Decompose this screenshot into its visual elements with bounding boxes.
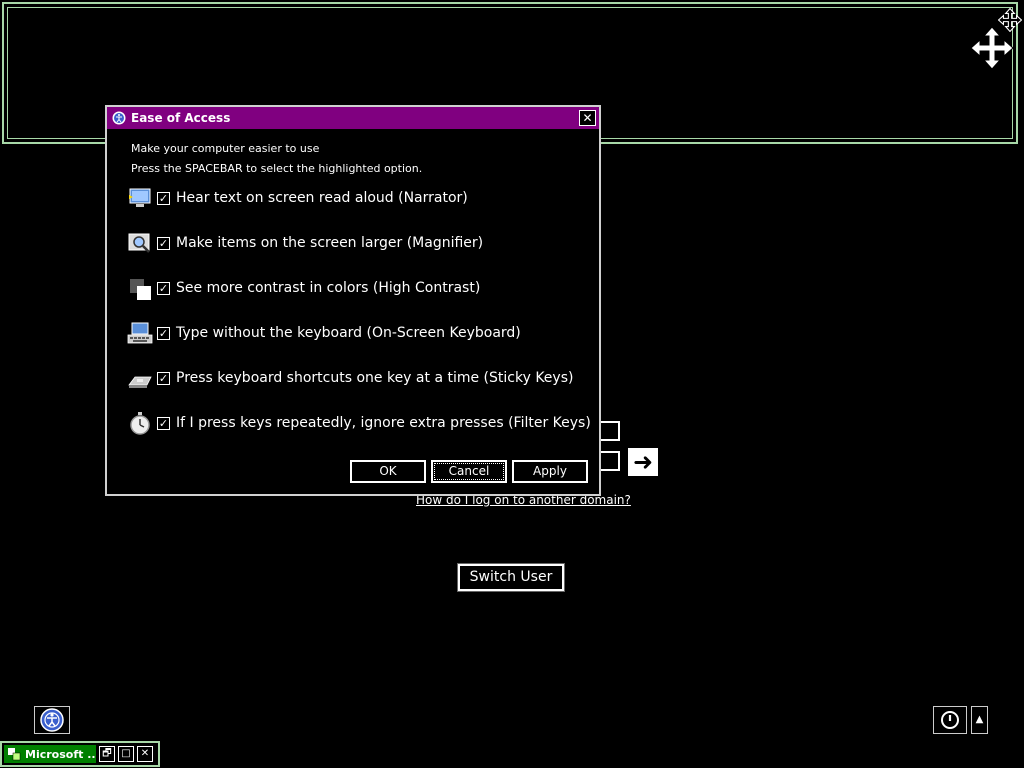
on-screen-keyboard-checkbox[interactable]: ✓ [157,326,170,340]
dialog-titlebar[interactable]: Ease of Access ✕ [107,107,599,129]
minimized-window-label: Microsoft ... [25,747,96,761]
minimized-window[interactable]: Microsoft ... 🗗 □ ✕ [0,741,160,767]
shutdown-button[interactable] [933,706,967,734]
minimized-close-button[interactable]: ✕ [137,746,153,762]
maximize-button[interactable]: □ [118,746,134,762]
app-icon [8,748,21,761]
apply-button[interactable]: Apply [512,460,588,483]
on-screen-keyboard-icon [127,322,153,344]
high-contrast-checkbox[interactable]: ✓ [157,281,170,295]
switch-user-button[interactable]: Switch User [457,563,565,592]
ok-button[interactable]: OK [350,460,426,483]
dialog-instruction-text: Press the SPACEBAR to select the highlig… [131,162,423,175]
shutdown-options-button[interactable]: ▲ [971,706,988,734]
filter-keys-label: If I press keys repeatedly, ignore extra… [176,415,591,431]
ease-of-access-icon [40,708,64,732]
option-on-screen-keyboard[interactable]: ✓ Type without the keyboard (On-Screen K… [127,318,521,348]
high-contrast-icon [130,279,151,300]
restore-button[interactable]: 🗗 [99,746,115,762]
move-cursor-small-icon [998,8,1022,32]
sticky-keys-checkbox[interactable]: ✓ [157,371,170,385]
option-high-contrast[interactable]: ✓ See more contrast in colors (High Cont… [127,273,480,303]
dialog-title: Ease of Access [131,111,231,125]
dialog-intro-text: Make your computer easier to use [131,142,320,155]
filter-keys-checkbox[interactable]: ✓ [157,416,170,430]
dialog-close-button[interactable]: ✕ [579,110,596,126]
magnifier-checkbox[interactable]: ✓ [157,236,170,250]
magnifier-icon [128,233,150,253]
submit-arrow-button[interactable]: ➜ [628,448,658,476]
move-cursor-icon [970,26,1014,70]
sticky-keys-icon [128,376,152,388]
option-magnifier[interactable]: ✓ Make items on the screen larger (Magni… [127,228,483,258]
magnifier-label: Make items on the screen larger (Magnifi… [176,235,484,251]
narrator-icon [129,188,151,207]
ease-of-access-button[interactable] [34,706,70,734]
password-field[interactable] [598,451,620,471]
on-screen-keyboard-label: Type without the keyboard (On-Screen Key… [176,325,521,341]
narrator-label: Hear text on screen read aloud (Narrator… [176,190,468,206]
username-field[interactable] [598,421,620,441]
power-icon [941,711,959,729]
filter-keys-icon [130,412,150,435]
cancel-button[interactable]: Cancel [431,460,507,483]
option-sticky-keys[interactable]: ✓ Press keyboard shortcuts one key at a … [127,363,573,393]
option-narrator[interactable]: ✓ Hear text on screen read aloud (Narrat… [127,183,468,213]
option-filter-keys[interactable]: ✓ If I press keys repeatedly, ignore ext… [127,408,591,438]
narrator-checkbox[interactable]: ✓ [157,191,170,205]
minimized-window-title[interactable]: Microsoft ... [4,745,96,763]
ease-of-access-icon [112,111,126,125]
sticky-keys-label: Press keyboard shortcuts one key at a ti… [176,370,574,386]
ease-of-access-dialog: Ease of Access ✕ Make your computer easi… [105,105,601,496]
high-contrast-label: See more contrast in colors (High Contra… [176,280,481,296]
